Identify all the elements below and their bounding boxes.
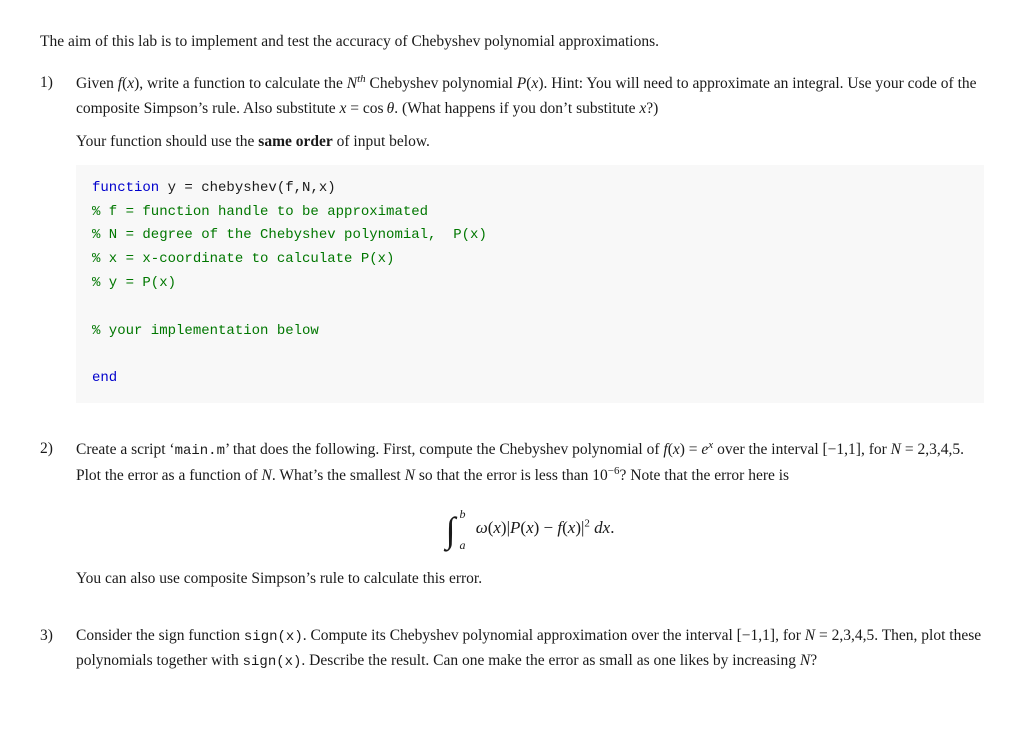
code-line-3: % N = degree of the Chebyshev polynomial… <box>92 224 968 248</box>
intro-text: The aim of this lab is to implement and … <box>40 30 984 53</box>
code-line-7: end <box>92 367 968 391</box>
question-3: 3) Consider the sign function sign(x). C… <box>40 624 984 682</box>
question-2: 2) Create a script ‘main.m’ that does th… <box>40 437 984 600</box>
q2-para1: Create a script ‘main.m’ that does the f… <box>76 437 984 489</box>
code-line-2: % f = function handle to be approximated <box>92 201 968 225</box>
integral-symbol: ∫ <box>446 512 456 548</box>
code-line-1: function y = chebyshev(f,N,x) <box>92 177 968 201</box>
integral-expression: ω(x)|P(x) − f(x)|2 dx. <box>471 514 614 541</box>
question-1: 1) Given f(x), write a function to calcu… <box>40 71 984 413</box>
question-3-content: Consider the sign function sign(x). Comp… <box>76 624 984 682</box>
question-1-number: 1) <box>40 71 76 96</box>
code-line-5: % y = P(x) <box>92 272 968 296</box>
q2-integral-display: ∫ b a ω(x)|P(x) − f(x)|2 dx. <box>76 503 984 553</box>
q2-para2: You can also use composite Simpson’s rul… <box>76 567 984 592</box>
q3-para1: Consider the sign function sign(x). Comp… <box>76 624 984 674</box>
code-line-6: % your implementation below <box>92 320 968 344</box>
question-3-number: 3) <box>40 624 76 649</box>
q1-para2: Your function should use the same order … <box>76 130 984 155</box>
integral-limits: b a <box>459 505 465 555</box>
code-line-blank1 <box>92 296 968 320</box>
code-line-blank2 <box>92 343 968 367</box>
q1-code-block: function y = chebyshev(f,N,x) % f = func… <box>76 165 984 403</box>
code-line-4: % x = x-coordinate to calculate P(x) <box>92 248 968 272</box>
question-1-content: Given f(x), write a function to calculat… <box>76 71 984 413</box>
q1-para1: Given f(x), write a function to calculat… <box>76 71 984 122</box>
question-2-number: 2) <box>40 437 76 462</box>
integral-upper: b <box>459 505 465 524</box>
integral-lower: a <box>459 536 465 555</box>
question-2-content: Create a script ‘main.m’ that does the f… <box>76 437 984 600</box>
